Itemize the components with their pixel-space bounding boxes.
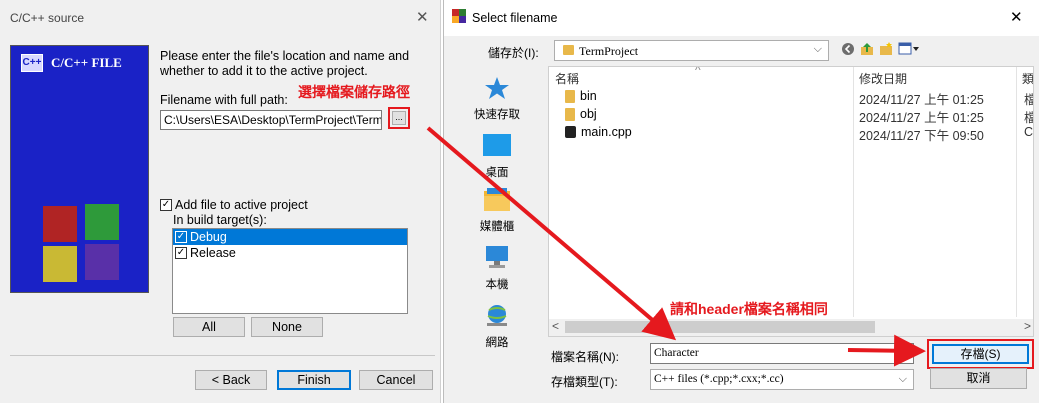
place-desktop[interactable]: 桌面 — [449, 134, 545, 180]
filename-annotation: 請和header檔案名稱相同 — [670, 301, 828, 317]
all-button[interactable]: All — [173, 317, 245, 337]
target-item-release[interactable]: ✓ Release — [173, 245, 407, 261]
view-menu-icon[interactable] — [898, 42, 920, 56]
place-label: 網路 — [485, 337, 509, 349]
cpp-file-icon — [565, 126, 576, 138]
wizard-instruction: Please enter the file's location and nam… — [160, 49, 410, 78]
add-to-project-label: Add file to active project — [175, 198, 308, 212]
target-label: Release — [190, 246, 236, 260]
dialog-cancel-button[interactable]: 取消 — [930, 368, 1027, 389]
back-button[interactable]: < Back — [195, 370, 267, 390]
cancel-button[interactable]: Cancel — [359, 370, 433, 390]
place-this-pc[interactable]: 本機 — [449, 246, 545, 292]
checkbox-icon: ✓ — [175, 247, 187, 259]
location-dropdown[interactable]: TermProject ⌵ — [554, 40, 829, 61]
file-row-obj[interactable]: obj 2024/11/27 上午 01:25 檔 — [557, 107, 1033, 125]
sort-indicator-icon: ^ — [695, 66, 701, 77]
chevron-down-icon: ⌵ — [898, 373, 907, 385]
target-label: Debug — [190, 230, 227, 244]
scroll-right-icon[interactable]: > — [1024, 319, 1031, 333]
add-to-project-checkbox[interactable]: ✓ Add file to active project — [160, 198, 308, 212]
file-name: bin — [580, 89, 597, 103]
place-label: 桌面 — [485, 167, 509, 179]
places-bar: 快速存取 桌面 媒體櫃 本機 網路 — [449, 66, 545, 351]
folder-icon — [565, 107, 575, 121]
file-row-main-cpp[interactable]: main.cpp 2024/11/27 下午 09:50 C — [557, 125, 1033, 143]
save-highlight: 存檔(S) — [927, 339, 1034, 369]
checkbox-icon: ✓ — [175, 231, 187, 243]
dialog-close-icon[interactable]: ✕ — [1010, 8, 1023, 26]
place-label: 快速存取 — [474, 109, 520, 121]
save-button[interactable]: 存檔(S) — [932, 344, 1029, 364]
column-header-name[interactable]: 名稱 — [555, 70, 579, 87]
divider — [10, 355, 435, 356]
column-header-type[interactable]: 類 — [1022, 70, 1033, 87]
build-target-list: ✓ Debug ✓ Release — [172, 228, 408, 314]
filetype-label: 存檔類型(T): — [551, 375, 618, 389]
browse-button[interactable]: ... — [392, 111, 406, 125]
path-input[interactable]: C:\Users\ESA\Desktop\TermProject\Term — [160, 110, 382, 130]
scrollbar-thumb[interactable] — [565, 321, 875, 333]
star-icon — [485, 77, 509, 99]
none-button[interactable]: None — [251, 317, 323, 337]
library-icon — [484, 188, 510, 211]
filetype-value: C++ files (*.cpp;*.cxx;*.cc) — [654, 373, 784, 385]
location-value: TermProject — [579, 44, 639, 58]
target-item-debug[interactable]: ✓ Debug — [173, 229, 407, 245]
up-folder-icon[interactable] — [860, 42, 874, 56]
filetype-select[interactable]: C++ files (*.cpp;*.cxx;*.cc) ⌵ — [650, 369, 914, 390]
file-type: 檔 — [1024, 107, 1033, 126]
wizard-title: C/C++ source — [10, 11, 85, 25]
desktop-icon — [483, 134, 511, 156]
wizard-banner: C++ C/C++ FILE — [10, 45, 149, 293]
folder-icon — [565, 89, 575, 103]
place-label: 媒體櫃 — [479, 221, 515, 233]
place-label: 本機 — [485, 279, 509, 291]
network-icon — [487, 305, 507, 326]
select-filename-dialog: Select filename ✕ 儲存於(I): TermProject ⌵ … — [443, 0, 1039, 403]
file-type: 檔 — [1024, 89, 1033, 108]
finish-button[interactable]: Finish — [277, 370, 351, 390]
file-date: 2024/11/27 上午 01:25 — [859, 111, 984, 125]
file-date: 2024/11/27 上午 01:25 — [859, 93, 984, 107]
path-annotation: 選擇檔案儲存路徑 — [298, 84, 410, 100]
wizard-banner-title: C/C++ FILE — [51, 55, 122, 70]
dialog-titlebar: Select filename ✕ — [444, 0, 1039, 36]
place-quick-access[interactable]: 快速存取 — [449, 76, 545, 122]
new-folder-icon[interactable] — [879, 42, 893, 56]
cpp-source-wizard: C/C++ source ✕ C++ C/C++ FILE Please ent… — [0, 0, 441, 403]
file-list: 名稱 ^ 修改日期 類 bin 2024/11/27 上午 01:25 檔 ob… — [548, 66, 1034, 337]
scroll-left-icon[interactable]: < — [552, 319, 559, 333]
build-target-label: In build target(s): — [173, 213, 267, 227]
folder-icon — [563, 45, 574, 55]
app-icon — [452, 9, 466, 23]
filename-input[interactable]: Character — [650, 343, 914, 364]
file-date: 2024/11/27 下午 09:50 — [859, 129, 984, 143]
horizontal-scrollbar[interactable]: < > — [549, 319, 1033, 336]
cpp-logo-icon: C++ — [21, 54, 43, 72]
checkbox-icon: ✓ — [160, 199, 172, 211]
place-network[interactable]: 網路 — [449, 304, 545, 350]
place-library[interactable]: 媒體櫃 — [449, 188, 545, 234]
wizard-close-icon[interactable]: ✕ — [416, 8, 429, 26]
browse-highlight: ... — [388, 107, 410, 129]
file-name: main.cpp — [581, 125, 632, 139]
chevron-down-icon: ⌵ — [813, 43, 822, 55]
column-header-date[interactable]: 修改日期 — [859, 70, 907, 87]
save-in-label: 儲存於(I): — [488, 46, 539, 60]
filename-label: 檔案名稱(N): — [551, 350, 619, 364]
path-label: Filename with full path: — [160, 93, 288, 107]
dialog-title: Select filename — [472, 11, 558, 25]
file-type: C — [1024, 125, 1034, 139]
back-nav-icon[interactable] — [841, 42, 855, 56]
computer-icon — [486, 246, 508, 268]
file-row-bin[interactable]: bin 2024/11/27 上午 01:25 檔 — [557, 89, 1033, 107]
file-name: obj — [580, 107, 597, 121]
